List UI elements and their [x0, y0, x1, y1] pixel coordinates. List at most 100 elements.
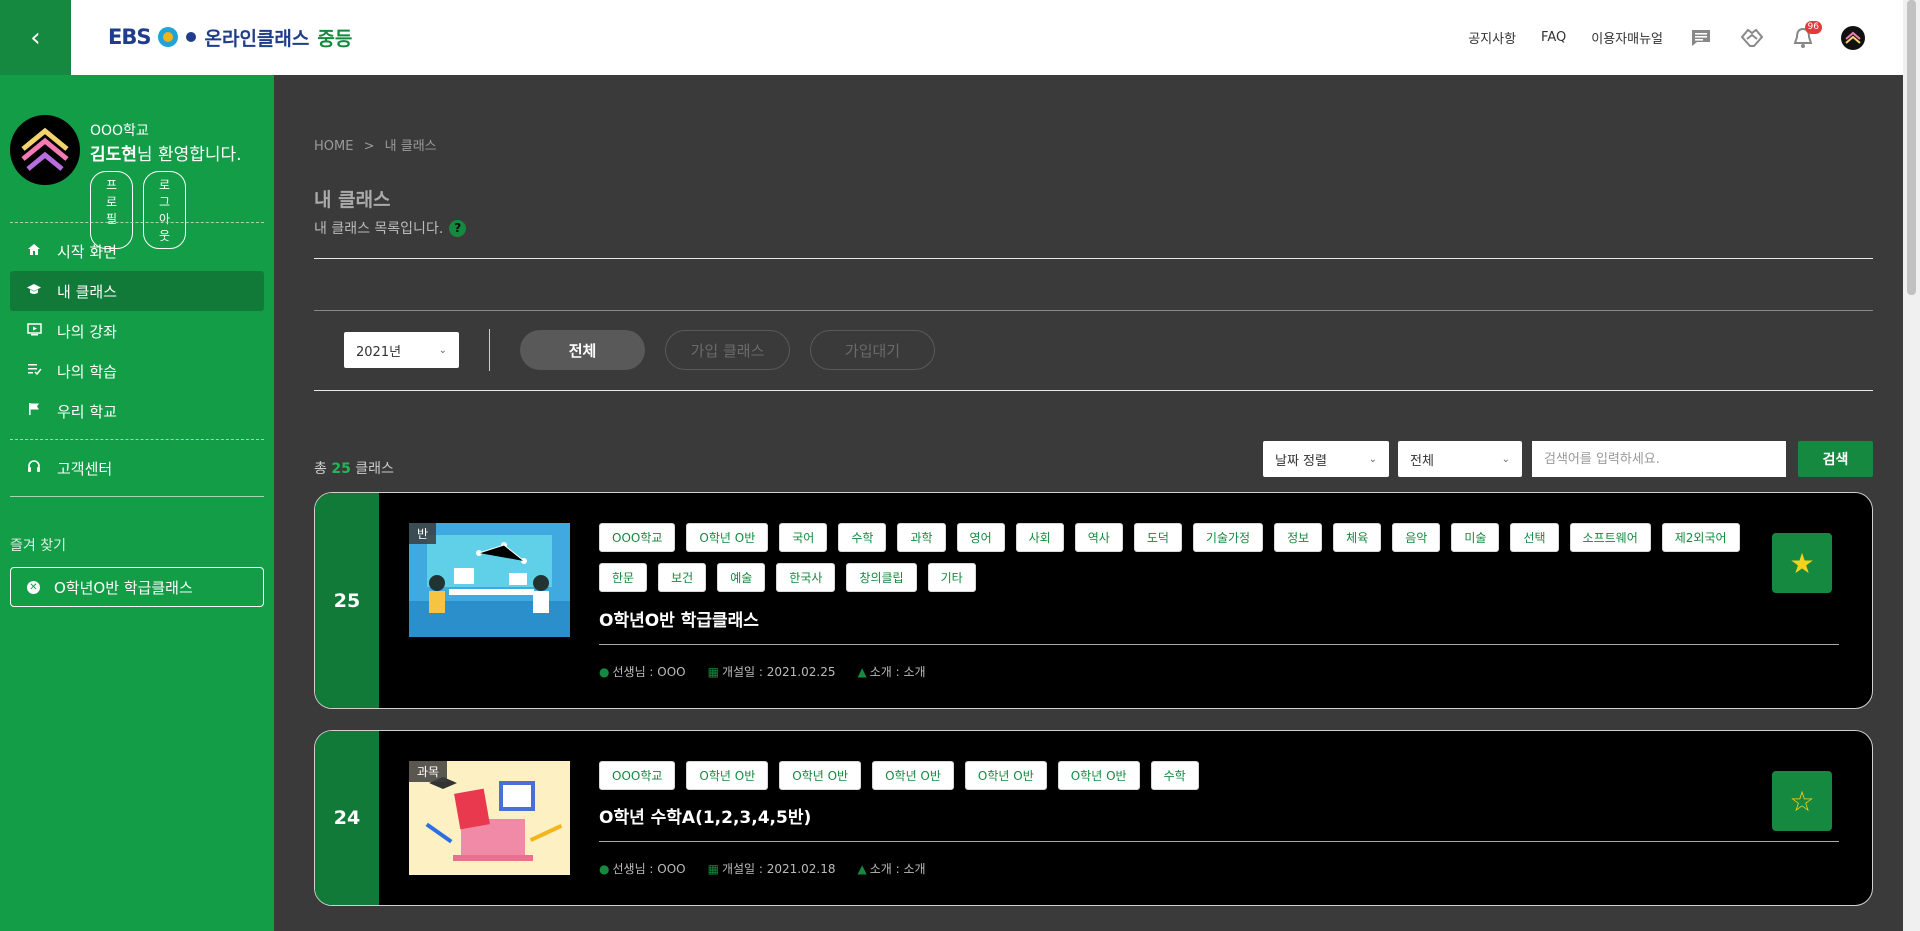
- card-number: 25: [315, 493, 379, 708]
- class-tag: 수학: [838, 523, 887, 552]
- intro-text: 소개 : 소개: [869, 665, 926, 679]
- sidebar: OOO학교 김도현님 환영합니다. 프로필 로그아웃 시작 화면 내 클래스 나…: [0, 75, 274, 931]
- breadcrumb-home[interactable]: HOME: [314, 139, 353, 154]
- teacher-text: 선생님 : OOO: [612, 862, 686, 876]
- sidebar-item-label: 나의 학습: [57, 362, 117, 381]
- class-tag: 영어: [956, 523, 1005, 552]
- sidebar-item-my-course[interactable]: 나의 강좌: [10, 311, 264, 351]
- class-tag: OOO학교: [599, 761, 676, 790]
- class-tag: 과학: [897, 523, 946, 552]
- card-title[interactable]: O학년O반 학급클래스: [599, 606, 759, 631]
- faq-link[interactable]: FAQ: [1541, 30, 1566, 45]
- user-avatar[interactable]: [1841, 25, 1865, 50]
- teacher-info: ● 선생님 : OOO: [599, 860, 686, 877]
- class-tag: 정보: [1274, 523, 1323, 552]
- card-divider: [599, 841, 1839, 842]
- manual-link[interactable]: 이용자매뉴얼: [1591, 28, 1663, 47]
- logo-ebs: EBS: [108, 25, 151, 49]
- logo-circle-icon: [158, 27, 179, 47]
- intro-info: ▲ 소개 : 소개: [857, 663, 925, 680]
- chevron-down-icon: ⌄: [438, 344, 447, 356]
- class-tag: 국어: [779, 523, 828, 552]
- page-description: 내 클래스 목록입니다. ?: [314, 218, 467, 238]
- class-card[interactable]: 25 반 OOO학교 O학년 O반 국어 수학 과학 영어 사회 역사 도덕 기술가정 정보 체육 음악…: [314, 492, 1873, 709]
- class-tag: 기타: [927, 563, 976, 592]
- message-icon[interactable]: [1688, 25, 1714, 51]
- filter-select[interactable]: 전체 ⌄: [1398, 441, 1522, 477]
- divider: [314, 310, 1873, 311]
- intro-info: ▲ 소개 : 소개: [857, 860, 925, 877]
- class-tag: 선택: [1510, 523, 1559, 552]
- card-meta: ● 선생님 : OOO ▦ 개설일 : 2021.02.25 ▲ 소개 : 소개: [599, 663, 926, 680]
- sort-select[interactable]: 날짜 정렬 ⌄: [1263, 441, 1389, 477]
- page-title: 내 클래스: [314, 189, 391, 211]
- class-tag: 창의클립: [846, 563, 917, 592]
- breadcrumb-separator: >: [363, 139, 375, 154]
- sidebar-item-label: 나의 강좌: [57, 322, 117, 341]
- sidebar-item-label: 내 클래스: [57, 282, 117, 301]
- teacher-text: 선생님 : OOO: [612, 665, 686, 679]
- scrollbar[interactable]: [1903, 0, 1920, 931]
- divider: [10, 496, 264, 497]
- home-icon: [25, 243, 43, 260]
- divider: [314, 390, 1873, 391]
- favorite-item[interactable]: ✕ O학년O반 학급클래스: [10, 567, 264, 607]
- class-tag: 음악: [1392, 523, 1441, 552]
- card-thumbnail[interactable]: 과목: [409, 761, 570, 875]
- search-button[interactable]: 검색: [1798, 441, 1873, 477]
- teacher-info: ● 선생님 : OOO: [599, 663, 686, 680]
- favorites-title: 즐겨 찾기: [10, 538, 66, 554]
- scrollbar-thumb[interactable]: [1907, 0, 1916, 295]
- opened-info: ▦ 개설일 : 2021.02.18: [708, 860, 836, 877]
- logo[interactable]: EBS 온라인클래스 중등: [108, 22, 352, 52]
- favorite-toggle-button[interactable]: ☆: [1772, 771, 1832, 831]
- checklist-icon: [25, 363, 43, 379]
- sidebar-item-support[interactable]: 고객센터: [10, 448, 264, 488]
- count-prefix: 총: [314, 461, 332, 477]
- class-tag: O학년 O반: [779, 761, 862, 790]
- chevron-down-icon: ⌄: [1501, 453, 1510, 465]
- class-tag: O학년 O반: [686, 761, 769, 790]
- logo-dot-icon: [186, 32, 197, 42]
- sidebar-item-our-school[interactable]: 우리 학교: [10, 391, 264, 431]
- year-select[interactable]: 2021년 ⌄: [344, 332, 459, 368]
- class-tag: 예술: [717, 563, 766, 592]
- opened-text: 개설일 : 2021.02.25: [721, 665, 836, 679]
- search-input[interactable]: [1532, 441, 1786, 477]
- sidebar-item-home[interactable]: 시작 화면: [10, 231, 264, 271]
- sidebar-item-my-class[interactable]: 내 클래스: [10, 271, 264, 311]
- remove-favorite-icon[interactable]: ✕: [27, 580, 40, 594]
- class-count: 총 25 클래스: [314, 458, 394, 478]
- sidebar-item-my-study[interactable]: 나의 학습: [10, 351, 264, 391]
- card-title[interactable]: O학년 수학A(1,2,3,4,5반): [599, 803, 811, 828]
- class-tag: O학년 O반: [1057, 761, 1140, 790]
- divider: [10, 222, 264, 223]
- class-card[interactable]: 24 과목 OOO학교 O학년 O반 O학년 O반 O학년 O반 O학년 O반 O학년 O…: [314, 730, 1873, 906]
- welcome-text: 김도현님 환영합니다.: [90, 140, 242, 165]
- support-menu: 고객센터: [10, 448, 264, 488]
- class-tag: 수학: [1150, 761, 1199, 790]
- bell-icon: ▲: [857, 862, 867, 876]
- favorite-toggle-button[interactable]: ★: [1772, 533, 1832, 593]
- opened-text: 개설일 : 2021.02.18: [721, 862, 836, 876]
- person-icon: ●: [599, 862, 610, 876]
- class-tag: 한문: [599, 563, 648, 592]
- divider: [314, 258, 1873, 259]
- tab-all[interactable]: 전체: [520, 330, 645, 370]
- class-tag: 한국사: [776, 563, 836, 592]
- notice-link[interactable]: 공지사항: [1468, 28, 1516, 47]
- back-button[interactable]: ‹: [0, 0, 71, 75]
- card-thumbnail[interactable]: 반: [409, 523, 570, 637]
- class-tag: O학년 O반: [686, 523, 769, 552]
- profile-avatar: [10, 115, 80, 185]
- handshake-icon[interactable]: [1739, 25, 1765, 51]
- calendar-icon: ▦: [707, 862, 719, 876]
- class-tag: 체육: [1333, 523, 1382, 552]
- sidebar-menu: 시작 화면 내 클래스 나의 강좌 나의 학습 우리 학교: [10, 231, 264, 431]
- tab-joined[interactable]: 가입 클래스: [665, 330, 790, 370]
- tab-pending[interactable]: 가입대기: [810, 330, 935, 370]
- class-tag: 제2외국어: [1661, 523, 1740, 552]
- count-suffix: 클래스: [350, 461, 394, 477]
- bell-icon[interactable]: 96: [1790, 20, 1822, 51]
- help-icon[interactable]: ?: [449, 219, 467, 237]
